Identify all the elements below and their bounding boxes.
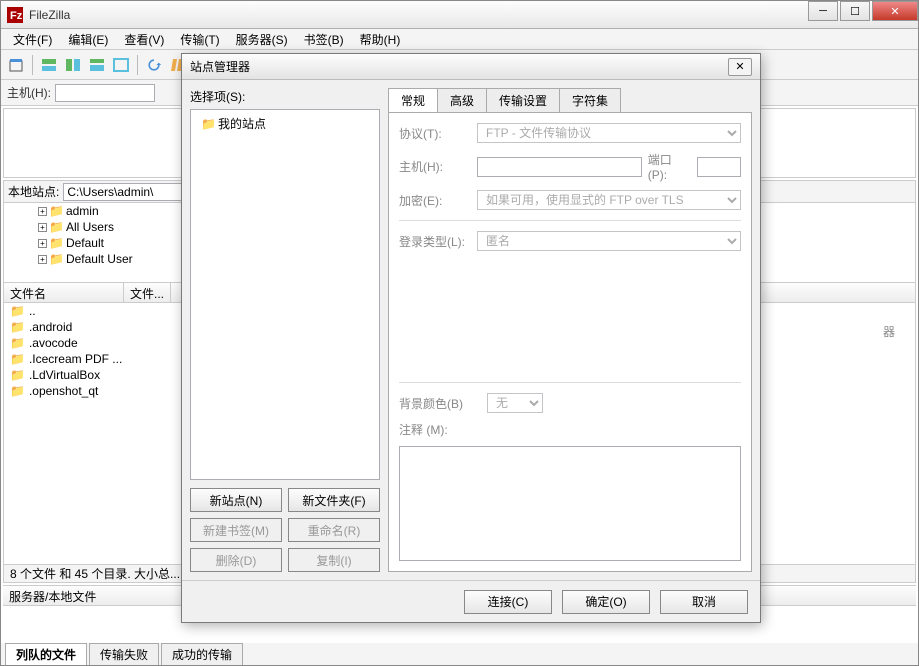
bgcolor-select[interactable]: 无 (487, 393, 543, 413)
dialog-body: 选择项(S): 📁 我的站点 新站点(N) 新文件夹(F) 新建书签(M) 重命… (182, 80, 760, 580)
new-bookmark-button[interactable]: 新建书签(M) (190, 518, 282, 542)
divider (399, 382, 741, 383)
comment-label: 注释 (M): (399, 421, 741, 438)
cancel-button[interactable]: 取消 (660, 590, 748, 614)
tree-item-label: 我的站点 (218, 115, 266, 132)
host-label: 主机(H): (399, 158, 471, 175)
delete-button[interactable]: 删除(D) (190, 548, 282, 572)
dialog-right-panel: 常规 高级 传输设置 字符集 协议(T): FTP - 文件传输协议 主机(H)… (388, 88, 752, 572)
logon-type-label: 登录类型(L): (399, 233, 471, 250)
divider (399, 220, 741, 221)
host-input[interactable] (477, 157, 642, 177)
protocol-label: 协议(T): (399, 125, 471, 142)
folder-icon: 📁 (201, 117, 216, 131)
site-buttons: 新站点(N) 新文件夹(F) 新建书签(M) 重命名(R) 删除(D) 复制(I… (190, 488, 380, 572)
dialog-left-panel: 选择项(S): 📁 我的站点 新站点(N) 新文件夹(F) 新建书签(M) 重命… (190, 88, 380, 572)
logon-type-row: 登录类型(L): 匿名 (399, 231, 741, 251)
general-tab-page: 协议(T): FTP - 文件传输协议 主机(H): 端口(P): 加密(E):… (388, 112, 752, 572)
host-row: 主机(H): 端口(P): (399, 151, 741, 182)
new-folder-button[interactable]: 新文件夹(F) (288, 488, 380, 512)
copy-button[interactable]: 复制(I) (288, 548, 380, 572)
site-manager-dialog: 站点管理器 ✕ 选择项(S): 📁 我的站点 新站点(N) 新文件夹(F) (181, 53, 761, 623)
encryption-row: 加密(E): 如果可用，使用显式的 FTP over TLS (399, 190, 741, 210)
comment-textarea[interactable] (399, 446, 741, 561)
bgcolor-row: 背景颜色(B) 无 (399, 393, 741, 413)
settings-tabs: 常规 高级 传输设置 字符集 (388, 88, 752, 112)
encryption-label: 加密(E): (399, 192, 471, 209)
dialog-titlebar: 站点管理器 ✕ (182, 54, 760, 80)
tree-item-root[interactable]: 📁 我的站点 (195, 114, 375, 133)
select-entry-label: 选择项(S): (190, 88, 380, 105)
tab-charset[interactable]: 字符集 (559, 88, 621, 112)
tab-general[interactable]: 常规 (388, 88, 438, 112)
ok-button[interactable]: 确定(O) (562, 590, 650, 614)
logon-type-select[interactable]: 匿名 (477, 231, 741, 251)
connect-button[interactable]: 连接(C) (464, 590, 552, 614)
new-site-button[interactable]: 新站点(N) (190, 488, 282, 512)
tab-advanced[interactable]: 高级 (437, 88, 487, 112)
dialog-close-button[interactable]: ✕ (728, 58, 752, 76)
main-window: Fz FileZilla ─ ☐ ✕ 文件(F) 编辑(E) 查看(V) 传输(… (0, 0, 919, 666)
protocol-row: 协议(T): FTP - 文件传输协议 (399, 123, 741, 143)
port-label: 端口(P): (648, 151, 691, 182)
bgcolor-label: 背景颜色(B) (399, 395, 481, 412)
tab-transfer-settings[interactable]: 传输设置 (486, 88, 560, 112)
port-input[interactable] (697, 157, 741, 177)
modal-overlay: 站点管理器 ✕ 选择项(S): 📁 我的站点 新站点(N) 新文件夹(F) (1, 1, 918, 665)
site-tree[interactable]: 📁 我的站点 (190, 109, 380, 480)
protocol-select[interactable]: FTP - 文件传输协议 (477, 123, 741, 143)
dialog-title: 站点管理器 (190, 58, 250, 75)
encryption-select[interactable]: 如果可用，使用显式的 FTP over TLS (477, 190, 741, 210)
dialog-footer: 连接(C) 确定(O) 取消 (182, 580, 760, 622)
rename-button[interactable]: 重命名(R) (288, 518, 380, 542)
